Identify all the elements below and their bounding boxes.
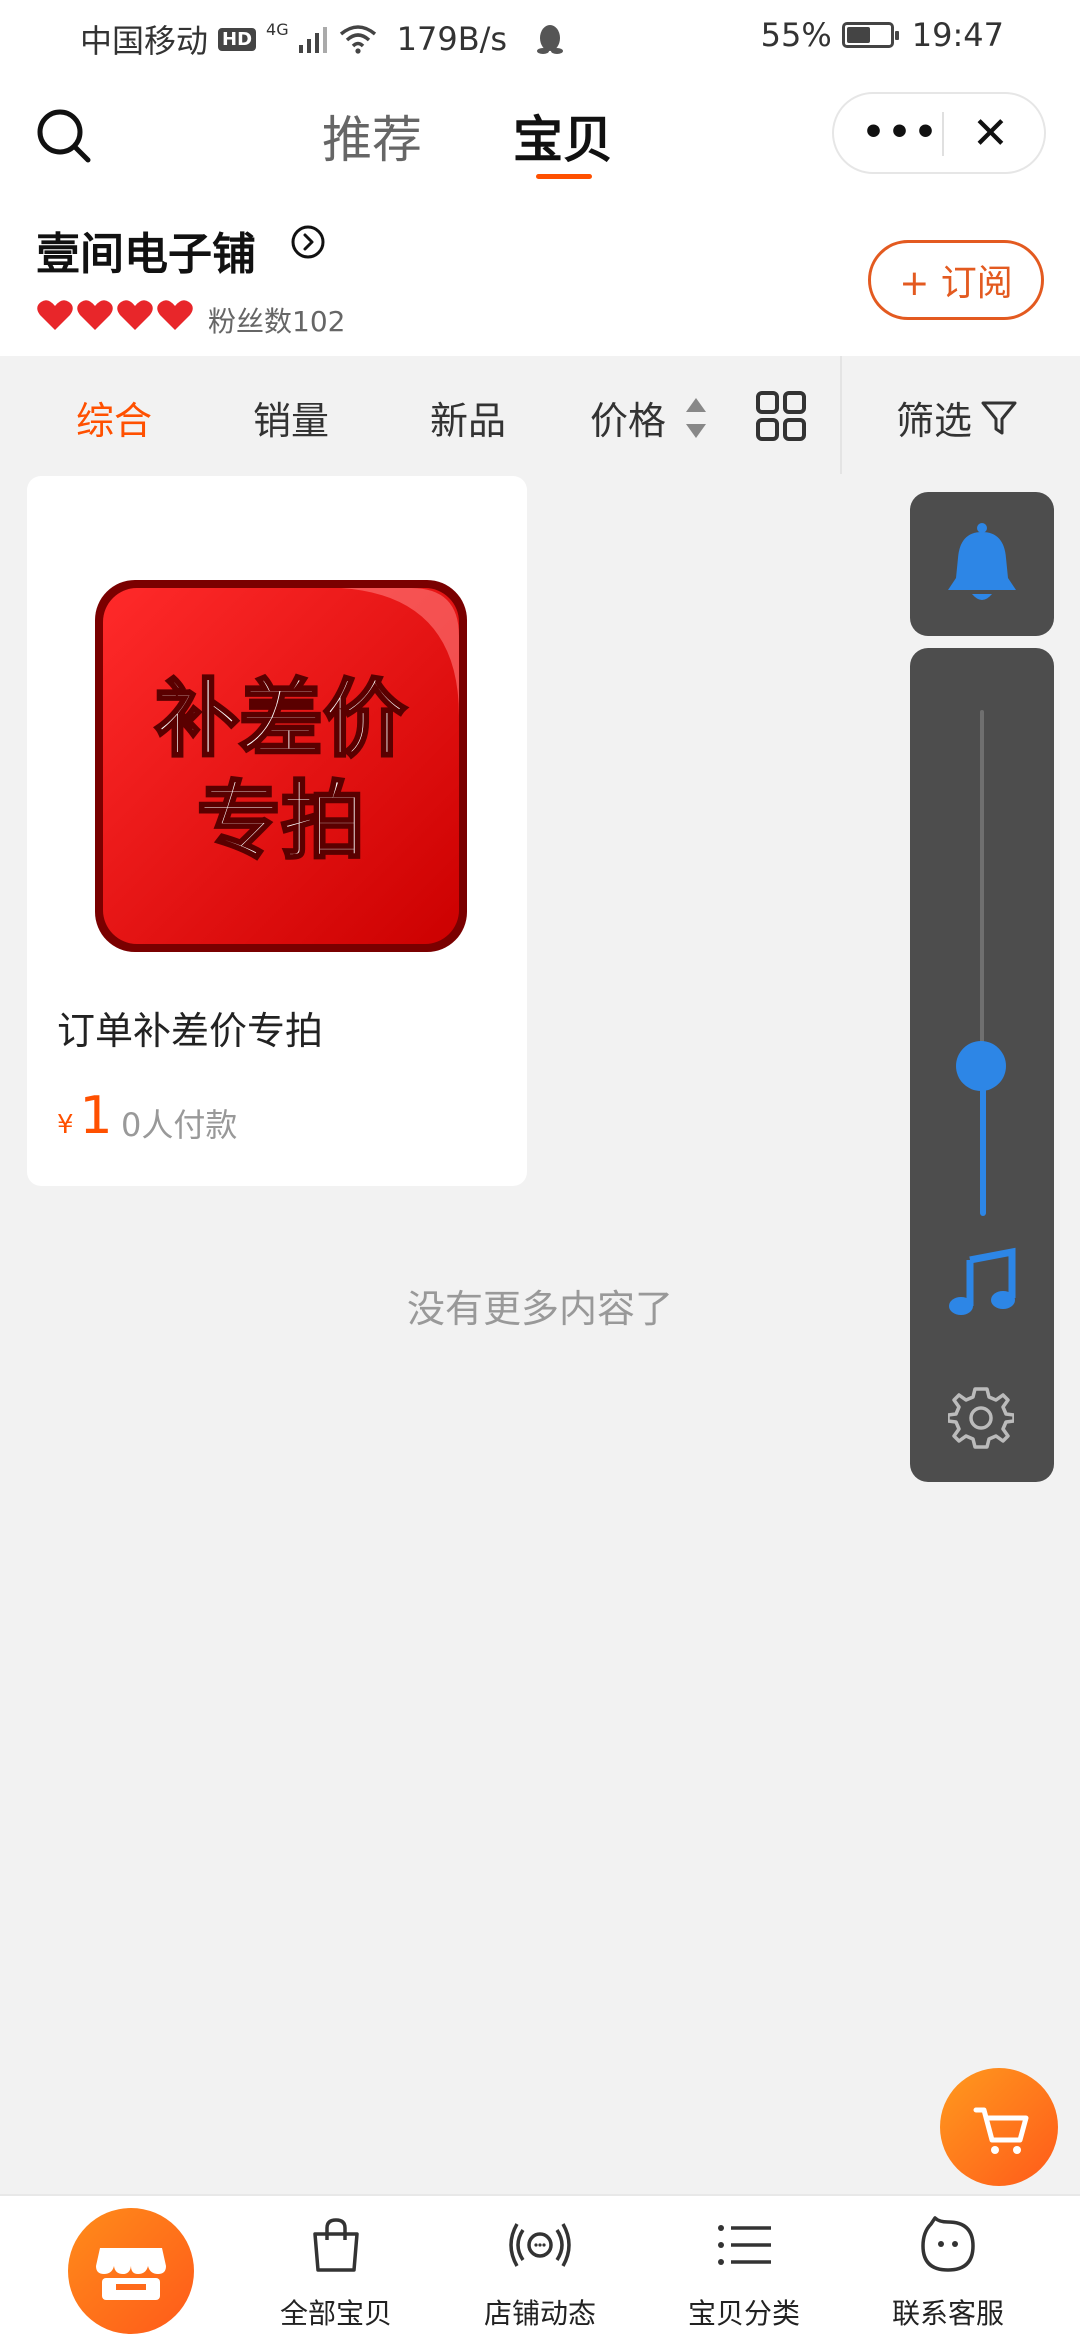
nav-label: 全部宝贝 bbox=[279, 2297, 392, 2330]
cart-icon bbox=[973, 2107, 1029, 2154]
funnel-icon bbox=[981, 401, 1017, 434]
volume-slider-knob[interactable] bbox=[956, 1041, 1006, 1092]
product-image-text-line2: 专拍 bbox=[197, 772, 365, 870]
sort-arrows-icon[interactable] bbox=[684, 396, 708, 440]
sort-new[interactable]: 新品 bbox=[430, 390, 506, 445]
network-speed: 179B/s bbox=[396, 20, 508, 58]
network-type: 4G bbox=[266, 19, 289, 39]
sort-sales[interactable]: 销量 bbox=[253, 390, 329, 445]
sold-count: 0人付款 bbox=[121, 1106, 238, 1144]
battery-percent: 55% bbox=[760, 16, 832, 54]
product-image[interactable]: 补差价 专拍 bbox=[91, 576, 471, 956]
hd-badge: HD bbox=[218, 27, 257, 51]
storefront-icon bbox=[96, 2248, 166, 2300]
product-image-text-line1: 补差价 bbox=[155, 670, 407, 768]
currency-symbol: ¥ bbox=[57, 1110, 74, 1140]
nav-label: 店铺动态 bbox=[483, 2297, 596, 2330]
sort-divider bbox=[840, 356, 842, 474]
chat-face-icon bbox=[921, 2216, 975, 2272]
clock: 19:47 bbox=[911, 16, 1004, 54]
price-value: 1 bbox=[79, 1086, 113, 1146]
nav-label: 宝贝分类 bbox=[687, 2297, 800, 2330]
signal-icon bbox=[298, 27, 327, 53]
shop-rating-hearts bbox=[36, 298, 194, 332]
fans-count: 粉丝数102 bbox=[208, 305, 346, 338]
filter-label: 筛选 bbox=[896, 399, 973, 443]
search-icon[interactable] bbox=[34, 106, 94, 166]
bottom-nav: 全部宝贝 店铺动态 宝贝分类 联系客服 bbox=[0, 2194, 1080, 2340]
product-price: ¥ 1 bbox=[57, 1086, 113, 1146]
music-note-icon[interactable] bbox=[946, 1246, 1020, 1320]
product-card[interactable]: 补差价 专拍 订单补差价专拍 ¥ 1 0人付款 bbox=[27, 476, 527, 1186]
subscribe-button[interactable]: + 订阅 bbox=[868, 240, 1044, 320]
list-icon bbox=[718, 2225, 771, 2265]
shop-home-button[interactable] bbox=[68, 2208, 194, 2334]
battery-icon bbox=[841, 22, 899, 48]
nav-all-items[interactable]: 全部宝贝 bbox=[266, 2214, 406, 2332]
status-bar: 中国移动 HD 4G 179B/s 55% 19:47 bbox=[0, 0, 1080, 72]
miniprogram-capsule: ••• ✕ bbox=[832, 92, 1046, 174]
cart-button[interactable] bbox=[940, 2068, 1058, 2186]
wifi-icon bbox=[339, 25, 376, 54]
bell-icon bbox=[948, 523, 1016, 600]
close-button[interactable]: ✕ bbox=[972, 108, 1009, 159]
filter-button[interactable]: 筛选 bbox=[896, 390, 1018, 445]
sort-comprehensive[interactable]: 综合 bbox=[76, 390, 152, 445]
qq-penguin-icon bbox=[537, 25, 564, 54]
media-control-panel bbox=[910, 648, 1054, 1482]
heart-icon bbox=[117, 300, 153, 330]
active-tab-indicator bbox=[536, 174, 592, 179]
capsule-divider bbox=[942, 112, 944, 156]
nav-shop-feed[interactable]: 店铺动态 bbox=[470, 2214, 610, 2332]
shop-header: 推荐 宝贝 ••• ✕ 壹间电子铺 粉丝数102 + 订阅 bbox=[0, 72, 1080, 356]
chevron-right-circle-icon[interactable] bbox=[290, 224, 326, 260]
nav-label: 联系客服 bbox=[891, 2297, 1004, 2330]
heart-icon bbox=[37, 300, 73, 330]
shop-name[interactable]: 壹间电子铺 bbox=[36, 218, 256, 282]
sort-bar: 综合 销量 新品 价格 筛选 bbox=[0, 356, 1080, 474]
carrier-label: 中国移动 bbox=[80, 22, 209, 60]
more-button[interactable]: ••• bbox=[862, 112, 940, 153]
nav-categories[interactable]: 宝贝分类 bbox=[674, 2214, 814, 2332]
heart-icon bbox=[77, 300, 113, 330]
heart-icon bbox=[157, 300, 193, 330]
sort-price[interactable]: 价格 bbox=[590, 390, 666, 445]
shopping-bag-icon bbox=[313, 2218, 359, 2272]
grid-view-icon[interactable] bbox=[755, 390, 807, 442]
product-title[interactable]: 订单补差价专拍 bbox=[57, 1000, 323, 1055]
tab-recommend[interactable]: 推荐 bbox=[322, 100, 422, 172]
gear-icon[interactable] bbox=[948, 1384, 1014, 1450]
broadcast-icon bbox=[509, 2223, 571, 2267]
tab-items[interactable]: 宝贝 bbox=[513, 100, 613, 172]
notification-bell-button[interactable] bbox=[910, 492, 1054, 636]
volume-slider-track[interactable] bbox=[980, 710, 984, 1096]
nav-customer-service[interactable]: 联系客服 bbox=[878, 2214, 1018, 2332]
